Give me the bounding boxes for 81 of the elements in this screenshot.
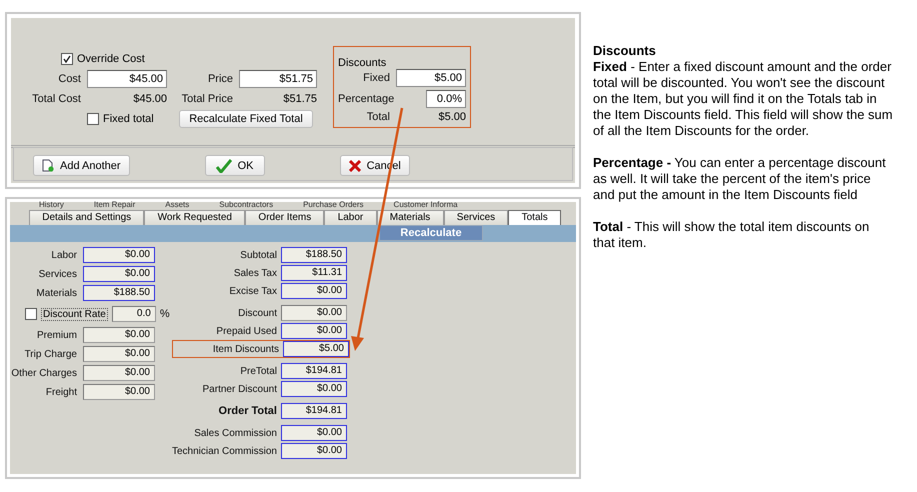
tab[interactable]: Labor	[324, 210, 376, 225]
tab[interactable]: Purchase Orders	[297, 199, 370, 210]
amount-field[interactable]: $0.00	[83, 346, 155, 362]
tab[interactable]: Services	[444, 210, 508, 225]
field-label: Technician Commission	[172, 446, 277, 456]
amount-field[interactable]: $194.81	[281, 403, 347, 419]
paragraph: Percentage - You can enter a percentage discount as well. It will take the percent of the item's price and put the amount in the Item Discounts field	[593, 155, 887, 203]
add-button[interactable]: Add Another	[33, 155, 130, 176]
amount-field[interactable]: $5.00	[283, 341, 349, 357]
tab[interactable]: Work Requested	[144, 210, 246, 225]
tab[interactable]: Subcontractors	[213, 199, 280, 210]
field-label: Total Price	[180, 93, 233, 105]
field-label: Materials	[35, 288, 77, 298]
field-label: Order Total	[218, 405, 277, 417]
amount-field[interactable]: $188.50	[281, 247, 347, 263]
amount-field[interactable]: $0.00	[281, 425, 347, 441]
amount-field[interactable]: $0.00	[83, 266, 155, 282]
amount-field[interactable]: $0.00	[281, 443, 347, 459]
amount-field[interactable]: $0.00	[281, 381, 347, 397]
field-label: Item Discounts	[212, 344, 279, 354]
close-icon	[348, 160, 361, 172]
amount-field[interactable]: $0.00	[83, 365, 155, 381]
tab[interactable]: Totals	[508, 210, 561, 225]
group-title: Discounts	[338, 57, 388, 69]
amount-field[interactable]: $0.00	[83, 384, 155, 400]
recalculate-fixed-total-button[interactable]: Recalculate Fixed Total	[179, 110, 313, 128]
checkbox[interactable]	[25, 308, 37, 320]
field-label: Labor	[50, 250, 77, 260]
field-label: Prepaid Used	[216, 326, 277, 336]
total-cost-value: $45.00	[132, 93, 167, 105]
checkbox[interactable]	[87, 113, 99, 125]
checkbox-label: Override Cost	[77, 53, 145, 65]
field-label: Trip Charge	[24, 348, 77, 360]
field-label: Price	[206, 73, 233, 85]
field-label: Total Cost	[31, 93, 81, 105]
field-label: Subtotal	[240, 250, 277, 260]
field-label: Partner Discount	[202, 384, 277, 394]
section-heading: Discounts	[593, 43, 657, 59]
amount-field[interactable]: $0.00	[281, 283, 347, 299]
amount-field[interactable]: $188.50	[83, 285, 155, 301]
tab[interactable]: History	[33, 199, 70, 210]
ok-button[interactable]: OK	[204, 155, 265, 176]
discount-rate-field[interactable]: 0.0	[112, 306, 156, 322]
field-label: Excise Tax	[229, 286, 277, 296]
field-label: Discount	[238, 308, 277, 318]
fixed-discount-field[interactable]: $5.00	[396, 69, 466, 87]
amount-field[interactable]: $0.00	[281, 323, 347, 339]
amount-field[interactable]: $11.31	[281, 265, 347, 281]
checkmark-icon	[216, 158, 232, 172]
field-label: Services	[38, 268, 77, 280]
amount-field[interactable]: $0.00	[83, 327, 155, 343]
field-label: Sales Commission	[194, 428, 277, 438]
field-label: Premium	[36, 330, 77, 340]
amount-field[interactable]: $194.81	[281, 363, 347, 379]
discount-total-value: $5.00	[437, 111, 466, 123]
price-field[interactable]: $51.75	[239, 70, 317, 88]
field-label: Freight	[44, 386, 77, 398]
tab[interactable]: Item Repair	[88, 199, 142, 210]
tab[interactable]: Assets	[159, 199, 196, 210]
field-label: Fixed	[362, 72, 390, 84]
checkbox-label: Discount Rate	[41, 308, 108, 320]
percentage-field[interactable]: 0.0%	[426, 90, 466, 108]
paragraph: Fixed - Enter a fixed discount amount and the order total will be discounted. You won't see the discount on the Item, but you will find it on the Totals tab in the Item Discounts field. This field will show the sum of all the Item Discounts for the order.	[593, 59, 893, 139]
checkbox-label: Fixed total	[103, 113, 154, 125]
tab[interactable]: Order Items	[245, 210, 324, 225]
paragraph: Total - This will show the total item discounts on that item.	[593, 219, 870, 251]
checkbox[interactable]	[61, 53, 73, 65]
field-label: PreTotal	[240, 366, 277, 376]
tab[interactable]: Materials	[376, 210, 444, 225]
field-label: Other Charges	[10, 368, 77, 378]
total-price-value: $51.75	[282, 93, 317, 105]
document-plus-icon	[42, 159, 54, 172]
tab[interactable]: Customer Informa	[388, 199, 464, 210]
tab[interactable]: Details and Settings	[29, 210, 144, 225]
amount-field[interactable]: $0.00	[83, 247, 155, 263]
field-label: Total	[366, 111, 390, 123]
unit-label: %	[160, 308, 170, 320]
amount-field[interactable]: $0.00	[281, 305, 347, 321]
cost-field[interactable]: $45.00	[87, 70, 167, 88]
field-label: Sales Tax	[234, 268, 277, 278]
field-label: Cost	[57, 73, 81, 85]
